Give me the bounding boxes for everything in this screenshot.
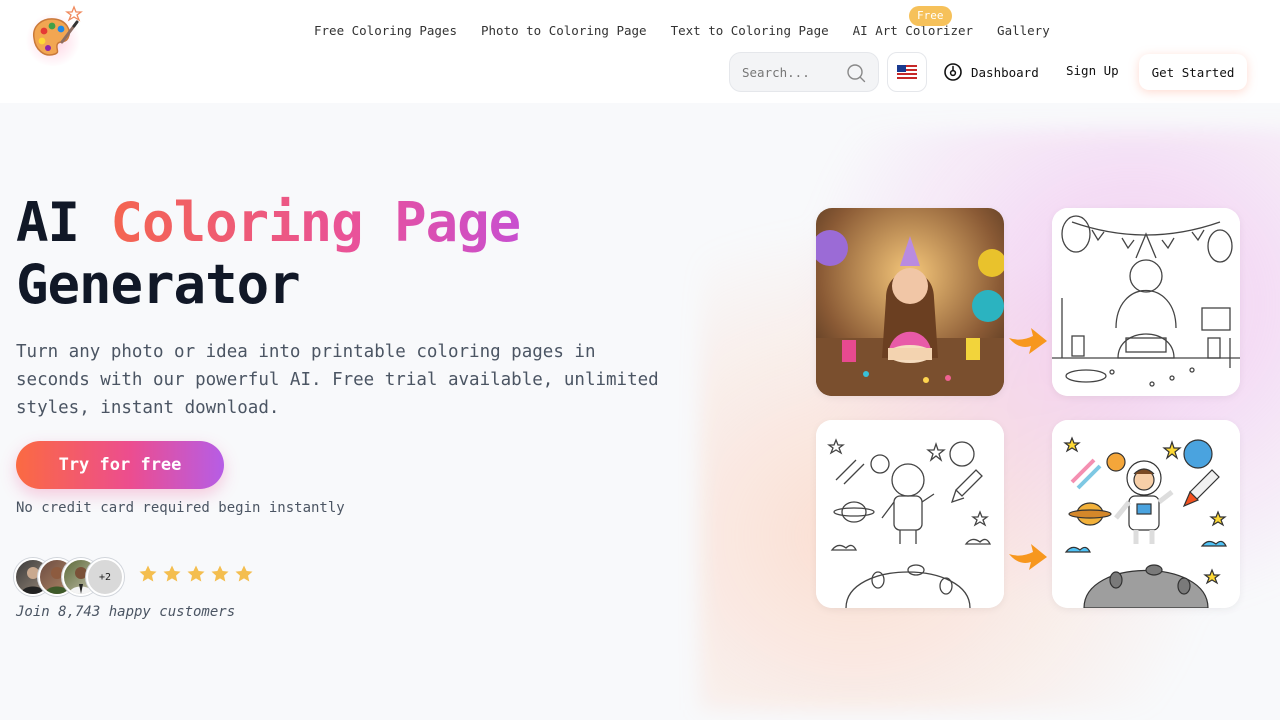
try-for-free-button[interactable]: Try for free <box>16 441 224 489</box>
customer-avatars: +2 <box>14 558 134 596</box>
dashboard-label: Dashboard <box>971 64 1039 80</box>
logo[interactable] <box>22 4 88 66</box>
hero-title-highlight: Coloring Page <box>110 191 522 254</box>
sign-up-link[interactable]: Sign Up <box>1066 62 1119 80</box>
hero-title: AI Coloring Page Generator <box>16 191 522 316</box>
free-badge: Free <box>909 6 952 26</box>
hero-title-part-1: AI <box>16 191 111 254</box>
hero-subtitle: Turn any photo or idea into printable co… <box>16 342 659 418</box>
search-icon[interactable] <box>846 63 866 83</box>
nav-photo-to-coloring-page[interactable]: Photo to Coloring Page <box>481 22 647 40</box>
birthday-photo-image <box>816 208 1004 396</box>
nav-ai-art-colorizer[interactable]: AI Art Colorizer <box>853 22 973 40</box>
star-icon <box>211 565 229 582</box>
arrow-right-icon <box>1009 544 1047 570</box>
dashboard-link[interactable]: Dashboard <box>943 61 1039 83</box>
us-flag-icon <box>897 65 917 79</box>
language-button[interactable] <box>887 52 927 92</box>
astronaut-colored-image <box>1052 420 1240 608</box>
nav-text-to-coloring-page[interactable]: Text to Coloring Page <box>671 22 829 40</box>
birthday-coloring-page-image <box>1052 208 1240 396</box>
star-icon <box>163 565 181 582</box>
star-icon <box>139 565 157 582</box>
no-credit-card-note: No credit card required begin instantly <box>16 500 345 516</box>
site-header: Free Coloring Pages Photo to Coloring Pa… <box>0 0 1280 103</box>
star-icon <box>187 565 205 582</box>
search-input[interactable] <box>742 64 842 80</box>
avatar-more-count: +2 <box>86 558 124 596</box>
hero-title-part-2: Generator <box>16 253 301 316</box>
palette-icon <box>33 5 83 56</box>
rating-stars <box>138 564 254 584</box>
astronaut-coloring-page-image <box>816 420 1004 608</box>
search-box <box>729 52 879 92</box>
get-started-button[interactable]: Get Started <box>1139 54 1247 90</box>
social-proof-text: Join 8,743 happy customers <box>16 604 236 620</box>
star-icon <box>235 565 253 582</box>
nav-gallery[interactable]: Gallery <box>997 22 1050 40</box>
nav-free-coloring-pages[interactable]: Free Coloring Pages <box>314 22 457 40</box>
arrow-right-icon <box>1009 328 1047 354</box>
dashboard-icon <box>944 63 962 81</box>
